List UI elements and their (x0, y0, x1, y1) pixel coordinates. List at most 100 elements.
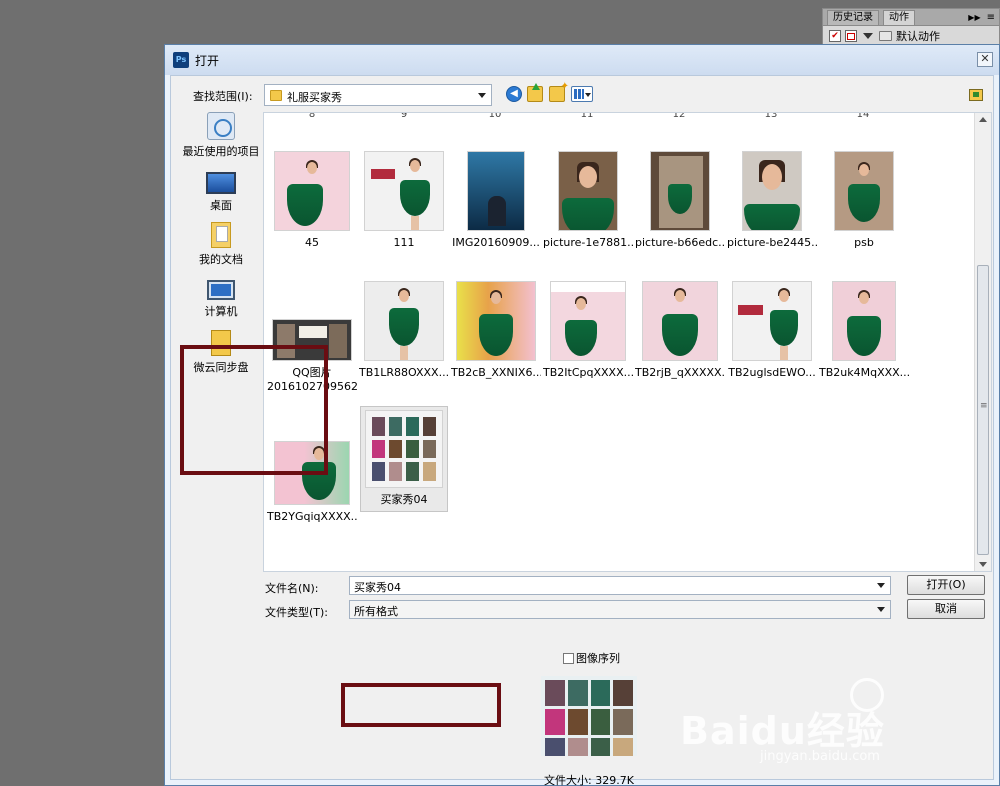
file-size-text: 文件大小: 329.7K (544, 774, 634, 786)
file-name: 买家秀04 (380, 493, 428, 506)
cancel-button[interactable]: 取消 (907, 599, 985, 619)
file-item[interactable]: TB2uk4MqXXX... (819, 281, 909, 380)
computer-icon (207, 280, 235, 300)
file-label-partial[interactable]: 10 (465, 113, 525, 120)
file-name-value: 买家秀04 (354, 581, 401, 594)
file-thumbnail (558, 151, 618, 231)
file-item[interactable]: psb (819, 151, 909, 250)
bridge-folder-icon[interactable] (969, 89, 983, 101)
watermark-main: Baidu经验 (680, 709, 885, 753)
close-button[interactable]: ✕ (977, 52, 993, 67)
chevron-down-icon[interactable] (877, 583, 885, 588)
file-name: TB2rjB_qXXXXX... (635, 366, 725, 379)
file-item[interactable]: 45 (267, 151, 357, 250)
desktop-icon (206, 172, 236, 194)
green-dress (847, 316, 881, 356)
place-computer[interactable]: 计算机 (181, 276, 261, 319)
green-dress (479, 314, 513, 356)
look-in-dropdown[interactable]: 礼服买家秀 (264, 84, 492, 106)
collapse-panel-icon[interactable]: ▶▶ (968, 13, 984, 25)
panel-menu-icon[interactable]: ≡ (985, 12, 999, 25)
image-sequence-checkbox[interactable]: 图像序列 (563, 650, 620, 666)
file-thumbnail (365, 410, 443, 488)
chevron-down-icon (877, 607, 885, 612)
file-item[interactable]: picture-b66edc... (635, 151, 725, 250)
file-name: 45 (305, 236, 319, 249)
file-item[interactable]: picture-1e7881... (543, 151, 633, 250)
file-name: TB2ItCpqXXXX... (543, 366, 633, 379)
file-thumbnail (834, 151, 894, 231)
model-head (779, 290, 790, 302)
file-label-partial[interactable]: 11 (557, 113, 617, 120)
file-item[interactable]: TB2cB_XXNIX6... (451, 281, 541, 380)
dialog-toggle-icon[interactable] (845, 29, 857, 42)
view-menu-icon[interactable] (571, 86, 593, 102)
file-item[interactable]: TB2ItCpqXXXX... (543, 281, 633, 380)
file-item[interactable]: 111 (359, 151, 449, 250)
checkbox-box[interactable] (563, 652, 574, 664)
file-label-partial[interactable]: 9 (374, 113, 434, 120)
model-head (491, 292, 501, 304)
place-documents[interactable]: 我的文档 (181, 222, 261, 267)
scroll-up-arrow-icon[interactable] (979, 117, 987, 122)
file-label-partial[interactable]: 14 (833, 113, 893, 120)
green-dress (389, 308, 419, 346)
back-arrow-icon[interactable]: ◀ (506, 86, 522, 102)
up-folder-icon[interactable] (527, 83, 543, 102)
file-name: TB1LR88OXXX... (359, 366, 449, 379)
file-thumbnail (274, 151, 350, 231)
file-thumbnail (742, 151, 802, 231)
model-head (579, 166, 597, 188)
file-label-partial[interactable]: 8 (282, 113, 342, 120)
baidu-watermark: Baidu经验 jingyan.baidu.com (680, 678, 885, 764)
vertical-scrollbar[interactable] (974, 113, 991, 571)
file-label-partial[interactable]: 13 (741, 113, 801, 120)
green-dress (770, 310, 799, 346)
model-head (675, 290, 685, 302)
file-type-select[interactable]: 所有格式 (349, 600, 891, 619)
file-item-selected[interactable]: 买家秀04 (360, 406, 448, 512)
file-name: TB2cB_XXNIX6... (451, 366, 541, 379)
place-label: 最近使用的项目 (182, 145, 260, 158)
file-label-partial[interactable]: 12 (649, 113, 709, 120)
model-head (399, 290, 409, 302)
file-item[interactable]: TB2rjB_qXXXXX... (635, 281, 725, 380)
file-item[interactable]: TB1LR88OXXX... (359, 281, 449, 380)
file-name: TB2uglsdEWO... (728, 366, 816, 379)
tab-actions[interactable]: 动作 (883, 10, 915, 25)
scroll-down-arrow-icon[interactable] (979, 562, 987, 567)
dialog-titlebar[interactable]: Ps 打开 ✕ (165, 45, 999, 75)
green-dress (662, 314, 698, 356)
file-name: picture-1e7881... (543, 236, 633, 249)
tab-history[interactable]: 历史记录 (827, 10, 879, 25)
scroll-thumb[interactable] (977, 265, 989, 555)
file-type-label: 文件类型(T): (265, 606, 329, 619)
file-name: 111 (393, 236, 415, 249)
file-list[interactable]: 8 9 10 11 12 13 14 45 111 IMG20160909...… (263, 112, 992, 572)
toggle-check-icon[interactable]: ✔ (829, 29, 841, 42)
action-folder-icon (879, 30, 892, 41)
action-set-row[interactable]: ✔ 默认动作 (823, 26, 999, 45)
green-dress (564, 320, 597, 356)
model-head (575, 298, 586, 310)
place-desktop[interactable]: 桌面 (181, 168, 261, 213)
file-item[interactable]: TB2uglsdEWO... (727, 281, 817, 380)
file-name-input[interactable]: 买家秀04 (349, 576, 891, 595)
file-name: psb (854, 236, 874, 249)
text-banner (371, 169, 395, 180)
open-button[interactable]: 打开(O) (907, 575, 985, 595)
look-in-label: 查找范围(I): (193, 90, 253, 103)
text-banner (737, 305, 763, 316)
file-thumbnail (467, 151, 525, 231)
file-item[interactable]: IMG20160909... (451, 151, 541, 250)
expand-triangle-icon[interactable] (863, 32, 873, 39)
banner-text-block (299, 326, 327, 338)
file-item[interactable]: picture-be2445... (727, 151, 817, 250)
new-folder-icon[interactable] (549, 81, 569, 102)
file-thumbnail (550, 281, 626, 361)
model-legs (780, 346, 789, 360)
panel-tabs: 历史记录 动作 ▶▶ ≡ (823, 9, 999, 26)
place-recent[interactable]: 最近使用的项目 (181, 112, 261, 159)
look-in-row: 查找范围(I): 礼服买家秀 ◀ (171, 81, 993, 106)
look-in-value: 礼服买家秀 (287, 91, 342, 104)
